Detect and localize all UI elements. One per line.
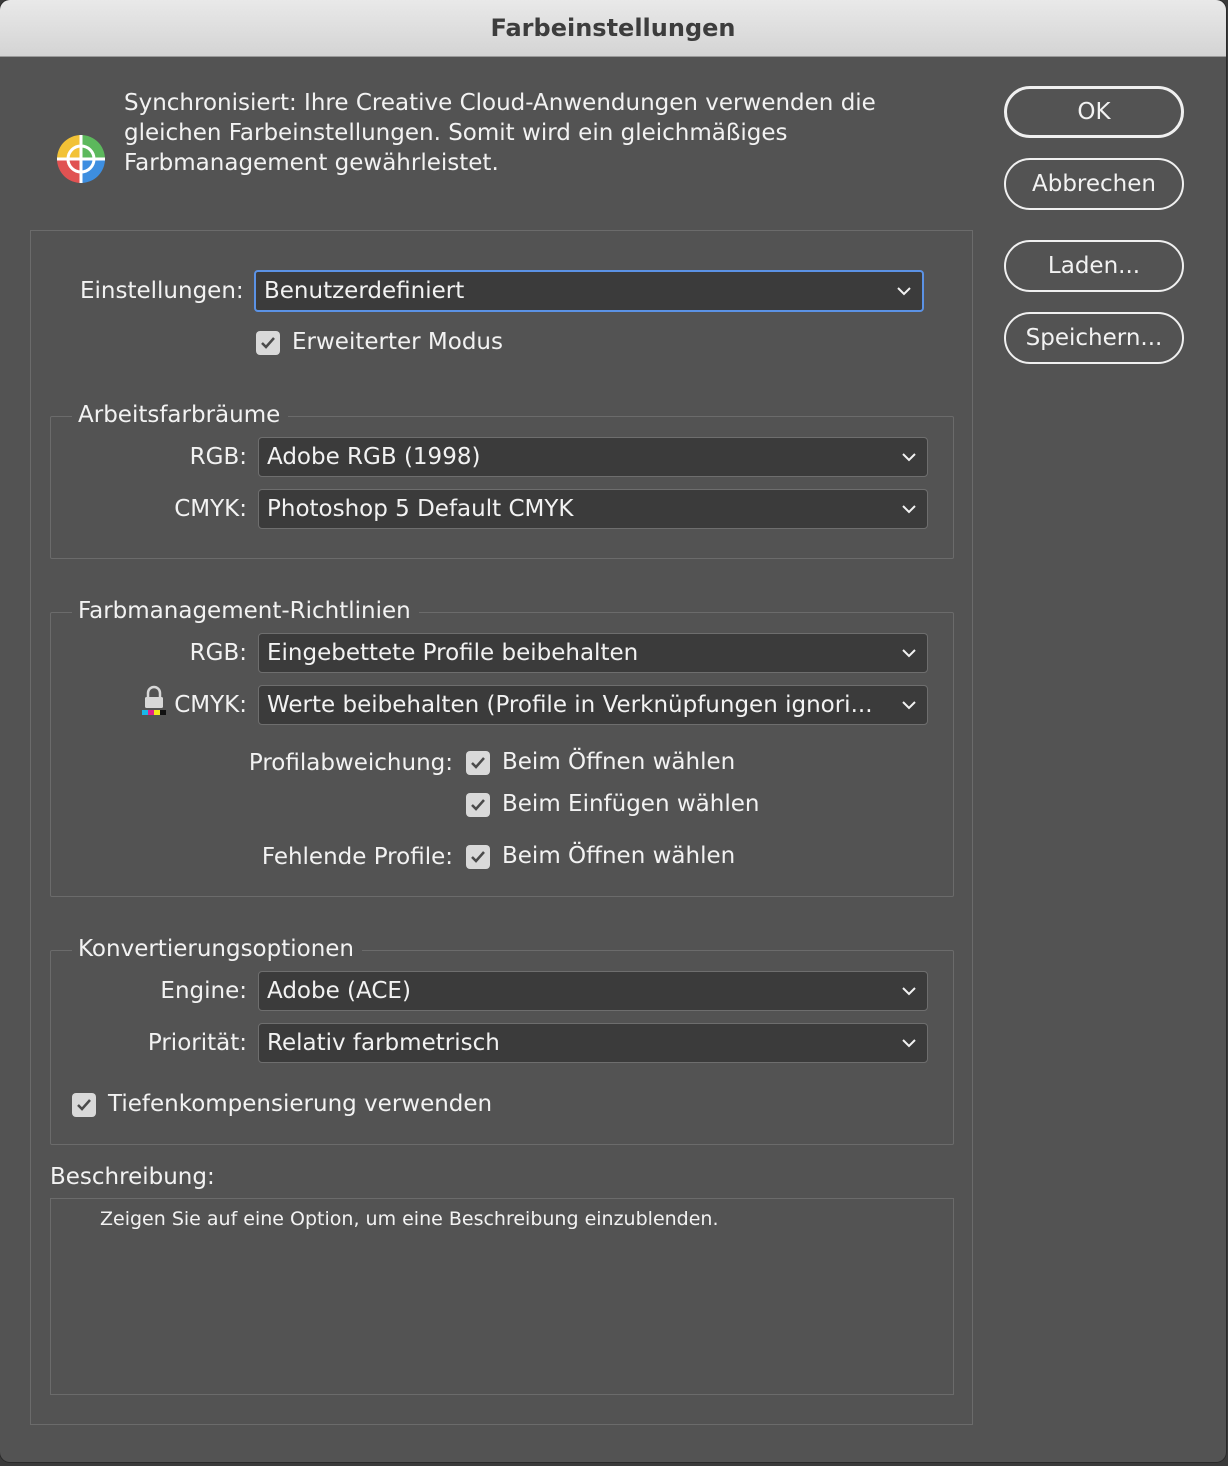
engine-label: Engine: [160,978,247,1004]
checkmark-icon [261,337,275,349]
profile-mismatch-label: Profilabweichung: [248,750,453,776]
working-rgb-value: Adobe RGB (1998) [267,444,481,470]
advanced-mode-checkbox[interactable] [256,331,280,355]
description-text: Zeigen Sie auf eine Option, um eine Besc… [100,1208,719,1230]
chevron-down-icon [891,490,927,528]
engine-select[interactable]: Adobe (ACE) [258,971,928,1011]
settings-label: Einstellungen: [80,278,244,304]
policy-rgb-label: RGB: [189,640,247,666]
intent-label: Priorität: [147,1030,247,1056]
working-cmyk-label: CMYK: [174,496,247,522]
policy-rgb-select[interactable]: Eingebettete Profile beibehalten [258,633,928,673]
cancel-button[interactable]: Abbrechen [1004,158,1184,210]
intent-value: Relativ farbmetrisch [267,1030,500,1056]
chevron-down-icon [886,272,922,310]
chevron-down-icon [891,1024,927,1062]
working-rgb-label: RGB: [189,444,247,470]
sync-status-message: Synchronisiert: Ihre Creative Cloud-Anwe… [124,90,876,176]
description-label: Beschreibung: [50,1164,215,1190]
mismatch-ask-on-paste-label: Beim Einfügen wählen [502,791,760,817]
chevron-down-icon [891,972,927,1010]
color-settings-dialog: Farbeinstellungen Synchronisiert: Ihre C… [0,0,1226,1462]
load-button[interactable]: Laden... [1004,240,1184,292]
engine-value: Adobe (ACE) [267,978,411,1004]
chevron-down-icon [891,634,927,672]
policy-rgb-value: Eingebettete Profile beibehalten [267,640,639,666]
missing-ask-on-open-label: Beim Öffnen wählen [502,843,736,869]
policy-cmyk-value: Werte beibehalten (Profile in Verknüpfun… [267,692,873,718]
title-bar: Farbeinstellungen [0,0,1226,57]
mismatch-ask-on-open-checkbox[interactable] [466,751,490,775]
settings-select-value: Benutzerdefiniert [264,278,465,304]
chevron-down-icon [891,438,927,476]
lock-icon [142,685,166,715]
working-rgb-select[interactable]: Adobe RGB (1998) [258,437,928,477]
policy-cmyk-label: CMYK: [174,692,247,718]
chevron-down-icon [891,686,927,724]
intent-select[interactable]: Relativ farbmetrisch [258,1023,928,1063]
checkmark-icon [471,851,485,863]
policies-title: Farbmanagement-Richtlinien [72,598,419,624]
missing-profiles-label: Fehlende Profile: [261,844,453,870]
ok-button[interactable]: OK [1004,86,1184,138]
missing-ask-on-open-checkbox[interactable] [466,845,490,869]
mismatch-ask-on-open-label: Beim Öffnen wählen [502,749,736,775]
policy-cmyk-select[interactable]: Werte beibehalten (Profile in Verknüpfun… [258,685,928,725]
settings-select[interactable]: Benutzerdefiniert [254,270,924,312]
advanced-mode-label: Erweiterter Modus [292,329,503,355]
conversion-title: Konvertierungsoptionen [72,936,363,962]
working-cmyk-value: Photoshop 5 Default CMYK [267,496,574,522]
working-spaces-title: Arbeitsfarbräume [72,402,289,428]
working-cmyk-select[interactable]: Photoshop 5 Default CMYK [258,489,928,529]
checkmark-icon [77,1099,91,1111]
mismatch-ask-on-paste-checkbox[interactable] [466,793,490,817]
black-point-compensation-checkbox[interactable] [72,1093,96,1117]
black-point-compensation-label: Tiefenkompensierung verwenden [108,1091,493,1117]
checkmark-icon [471,799,485,811]
window-title: Farbeinstellungen [490,14,736,42]
save-button[interactable]: Speichern... [1004,312,1184,364]
color-sync-icon [57,135,105,183]
checkmark-icon [471,757,485,769]
